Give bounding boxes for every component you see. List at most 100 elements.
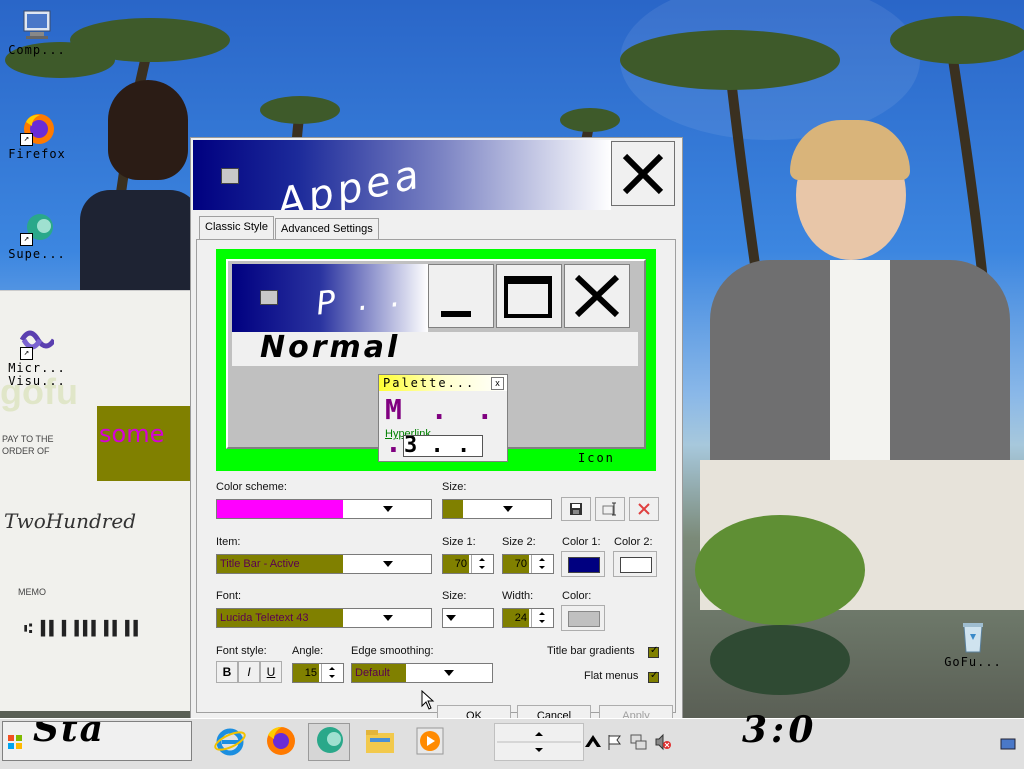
media-player-icon[interactable]	[414, 725, 446, 757]
angle-label: Angle:	[292, 645, 324, 657]
show-desktop-icon[interactable]	[1000, 737, 1016, 769]
desktop-icon-firefox[interactable]: ↗ Firefox	[4, 112, 70, 161]
close-button[interactable]	[611, 141, 675, 206]
spin-arrows-icon[interactable]	[531, 609, 553, 627]
angle-stepper[interactable]: 15	[292, 663, 344, 683]
color2-label: Color 2:	[614, 536, 653, 548]
preview-maximize-button	[496, 264, 562, 328]
font-color-button[interactable]	[561, 605, 605, 631]
font-color-swatch	[568, 611, 600, 627]
preview-window-icon	[260, 290, 278, 305]
bold-button[interactable]: B	[216, 661, 238, 683]
preview-window: P . . Normal Palette... x M . . . Hyperl…	[226, 259, 646, 462]
network-icon[interactable]	[630, 733, 648, 765]
color1-swatch	[568, 557, 600, 573]
firefox-icon[interactable]	[264, 725, 296, 757]
preview-palette-window: Palette... x M . . . Hyperlink 3 . . .	[378, 374, 508, 462]
angle-value: 15	[293, 664, 319, 682]
font-size-select[interactable]	[442, 608, 494, 628]
internet-explorer-icon[interactable]	[214, 725, 246, 757]
desktop-icon-label: Micr... Visu...	[8, 361, 66, 388]
desktop-icon-label: Supe...	[8, 247, 66, 261]
volume-muted-icon[interactable]	[654, 733, 672, 765]
title-bar-gradients-label: Title bar gradients	[547, 645, 635, 657]
font-select[interactable]: Lucida Teletext 43	[216, 608, 432, 628]
tab-classic-style[interactable]: Classic Style	[199, 216, 274, 239]
chevron-down-icon	[444, 670, 454, 676]
appearance-dialog: Appea Classic Style Advanced Settings P …	[190, 137, 683, 729]
title-bar[interactable]: Appea	[193, 140, 611, 210]
size1-stepper[interactable]: 70	[442, 554, 494, 574]
superchat-icon	[317, 727, 343, 753]
save-scheme-button[interactable]	[561, 497, 591, 521]
chevron-down-icon	[446, 615, 456, 621]
font-size-label: Size:	[442, 590, 467, 602]
desktop-icon-visual-studio[interactable]: ↗ Micr... Visu...	[4, 326, 70, 388]
window-title: Appea	[273, 151, 427, 210]
taskbar-scroll-control[interactable]	[494, 723, 584, 761]
plant	[695, 515, 865, 695]
item-select[interactable]: Title Bar - Active	[216, 554, 432, 574]
underline-button[interactable]: U	[260, 661, 282, 683]
scroll-arrows-icon	[497, 732, 581, 752]
shortcut-arrow-icon: ↗	[20, 233, 33, 246]
flat-menus-checkbox[interactable]	[648, 670, 659, 683]
width-stepper[interactable]: 24	[502, 608, 554, 628]
italic-button[interactable]: I	[238, 661, 260, 683]
scheme-size-select[interactable]	[442, 499, 552, 519]
clock[interactable]: 3:0	[742, 709, 817, 751]
edge-smoothing-value: Default	[352, 664, 406, 682]
palette-text-box: 3 . . .	[403, 435, 483, 457]
desktop-icon-recycle-bin[interactable]: GoFu...	[940, 620, 1006, 669]
start-label: Sta	[33, 721, 105, 750]
edge-smoothing-label: Edge smoothing:	[351, 645, 434, 657]
firefox-icon: ↗	[20, 112, 54, 146]
tab-advanced-settings[interactable]: Advanced Settings	[275, 218, 379, 239]
tray-chevron-icon[interactable]	[584, 731, 602, 763]
edge-smoothing-select[interactable]: Default	[351, 663, 493, 683]
floppy-disk-icon	[570, 503, 582, 515]
shortcut-arrow-icon: ↗	[20, 347, 33, 360]
size1-label: Size 1:	[442, 536, 476, 548]
action-center-flag-icon[interactable]	[606, 733, 624, 765]
spin-arrows-icon[interactable]	[321, 664, 343, 682]
size2-stepper[interactable]: 70	[502, 554, 554, 574]
superchat-taskbar-button[interactable]	[308, 723, 350, 761]
desktop-icon-label: Firefox	[8, 147, 66, 161]
color2-button[interactable]	[613, 551, 657, 577]
chevron-down-icon	[383, 615, 393, 621]
spin-arrows-icon[interactable]	[471, 555, 493, 573]
scheme-size-label: Size:	[442, 481, 467, 493]
scheme-size-value	[443, 500, 463, 518]
spin-arrows-icon[interactable]	[531, 555, 553, 573]
file-explorer-icon[interactable]	[364, 725, 396, 757]
close-icon	[622, 153, 664, 194]
chevron-down-icon	[503, 506, 513, 512]
font-label: Font:	[216, 590, 242, 602]
title-bar-gradients-checkbox[interactable]	[648, 645, 659, 658]
color-scheme-value	[217, 500, 343, 518]
preview-minimize-button	[428, 264, 494, 328]
close-icon	[574, 274, 620, 318]
rename-icon	[602, 502, 616, 516]
palette-close-icon: x	[491, 377, 504, 390]
font-value: Lucida Teletext 43	[217, 609, 343, 627]
start-button[interactable]: Sta	[2, 721, 192, 761]
desktop-icon-computer[interactable]: Comp...	[4, 8, 70, 57]
desktop-icon-label: GoFu...	[944, 655, 1002, 669]
some-text: some	[99, 420, 165, 448]
chevron-down-icon	[383, 561, 393, 567]
person-left-photo	[80, 80, 200, 300]
recycle-bin-icon	[956, 620, 990, 654]
preview-menu-bar: Normal	[232, 330, 638, 366]
size2-value: 70	[503, 555, 529, 573]
computer-icon	[20, 8, 54, 42]
item-value: Title Bar - Active	[217, 555, 343, 573]
desktop-icon-superchat[interactable]: ↗ Supe...	[4, 212, 70, 261]
taskbar: Sta 3:0	[0, 709, 1024, 769]
delete-scheme-button[interactable]	[629, 497, 659, 521]
font-style-label: Font style:	[216, 645, 267, 657]
rename-scheme-button[interactable]	[595, 497, 625, 521]
color1-button[interactable]	[561, 551, 605, 577]
color-scheme-select[interactable]	[216, 499, 432, 519]
